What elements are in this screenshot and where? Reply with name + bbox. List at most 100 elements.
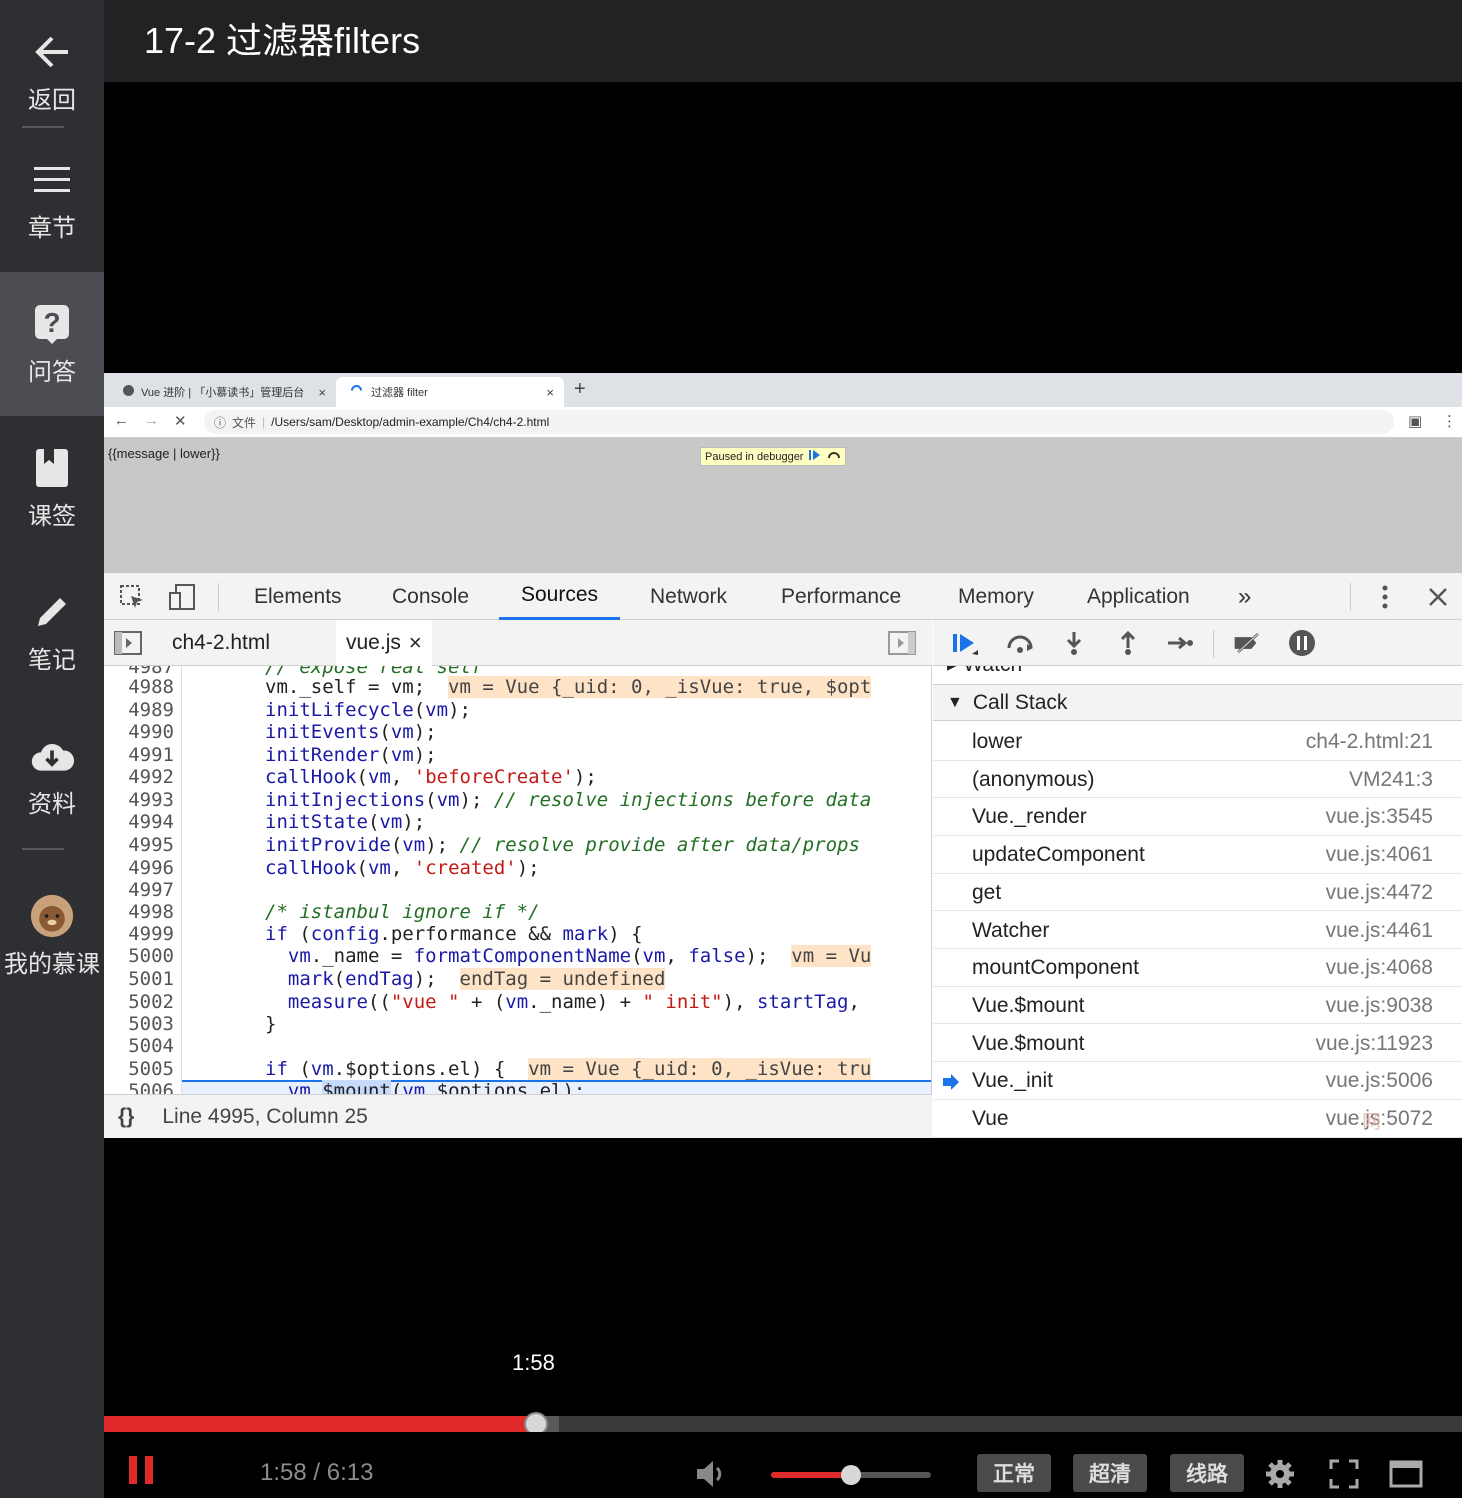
frame-location[interactable]: vue.js:4061 — [1326, 843, 1433, 867]
volume-knob[interactable] — [841, 1465, 861, 1485]
close-icon[interactable]: × — [409, 630, 422, 656]
call-stack-frame[interactable]: (anonymous) VM241:3 — [933, 761, 1462, 799]
call-stack-frame[interactable]: updateComponent vue.js:4061 — [933, 836, 1462, 874]
sidebar-item-bookmark[interactable]: 课签 — [0, 416, 104, 560]
line-number[interactable]: 5000 — [104, 945, 174, 967]
inspect-element-icon[interactable] — [118, 583, 146, 611]
line-number[interactable]: 4999 — [104, 923, 174, 945]
frame-location[interactable]: ch4-2.html:21 — [1306, 730, 1433, 754]
pause-on-exceptions-icon[interactable] — [1287, 629, 1317, 657]
call-stack-frame[interactable]: Vue._render vue.js:3545 — [933, 798, 1462, 836]
line-number[interactable]: 4997 — [104, 879, 174, 901]
route-button[interactable]: 线路 — [1170, 1454, 1244, 1492]
sidebar-item-chapters[interactable]: 章节 — [0, 128, 104, 272]
sidebar-item-qa[interactable]: ? 问答 — [0, 272, 104, 416]
progress-bar[interactable] — [104, 1412, 1462, 1436]
step-over-icon[interactable] — [827, 450, 841, 463]
frame-location[interactable]: vue.js:4068 — [1326, 956, 1433, 980]
close-icon[interactable]: × — [318, 385, 326, 400]
frame-location[interactable]: vue.js:5006 — [1326, 1069, 1433, 1093]
toggle-navigator-icon[interactable] — [114, 629, 142, 657]
devtools-tabbar: Elements Console Sources Network Perform… — [104, 573, 1462, 620]
watch-section-header[interactable]: ▸ Watch — [947, 666, 1022, 677]
new-tab-button[interactable]: + — [574, 378, 586, 401]
tab-application[interactable]: Application — [1087, 573, 1190, 620]
close-icon[interactable]: × — [546, 385, 554, 400]
line-number[interactable]: 4990 — [104, 721, 174, 743]
kebab-menu-icon[interactable] — [1371, 583, 1399, 611]
line-number[interactable]: 5006 — [104, 1080, 174, 1094]
tab-network[interactable]: Network — [650, 573, 727, 620]
call-stack-frame[interactable]: Watcher vue.js:4461 — [933, 912, 1462, 950]
call-stack-frame[interactable]: get vue.js:4472 — [933, 874, 1462, 912]
tab-sources[interactable]: Sources — [499, 573, 621, 620]
sidebar-item-my-courses[interactable]: 我的慕课 — [0, 864, 104, 1008]
back-icon[interactable]: ← — [114, 412, 129, 429]
quality-button[interactable]: 超清 — [1073, 1454, 1147, 1492]
step-into-icon[interactable] — [1059, 629, 1089, 657]
fullscreen-icon[interactable] — [1326, 1456, 1362, 1492]
call-stack-frame[interactable]: lower ch4-2.html:21 — [933, 723, 1462, 761]
volume-icon[interactable] — [694, 1456, 730, 1492]
pretty-print-button[interactable]: {} — [118, 1105, 134, 1129]
line-number[interactable]: 4995 — [104, 834, 174, 856]
step-icon[interactable] — [1165, 629, 1195, 657]
url-field[interactable]: ⓘ 文件 | /Users/sam/Desktop/admin-example/… — [204, 410, 1394, 434]
file-tab[interactable]: ch4-2.html — [172, 620, 270, 666]
browser-tab[interactable]: Vue 进阶 | 「小慕读书」管理后台 × — [108, 377, 336, 407]
toggle-debugger-icon[interactable] — [888, 629, 916, 657]
stop-icon[interactable]: ✕ — [174, 412, 187, 430]
line-number[interactable]: 5002 — [104, 991, 174, 1013]
volume-slider[interactable] — [771, 1465, 931, 1485]
browser-menu-icon[interactable]: ⋮ — [1442, 412, 1457, 430]
frame-location[interactable]: vue.js:4472 — [1326, 881, 1433, 905]
tab-elements[interactable]: Elements — [254, 573, 342, 620]
tab-performance[interactable]: Performance — [781, 573, 901, 620]
tab-memory[interactable]: Memory — [958, 573, 1034, 620]
call-stack-frame[interactable]: Vue vue.js:5072 — [933, 1100, 1462, 1138]
close-devtools-icon[interactable] — [1424, 583, 1452, 611]
code-editor[interactable]: 4987 4988 4989 4990 4991 4992 4993 4994 … — [104, 666, 932, 1094]
step-out-icon[interactable] — [1113, 629, 1143, 657]
file-tab-active[interactable]: vue.js × — [336, 620, 432, 666]
call-stack-frame[interactable]: Vue.$mount vue.js:9038 — [933, 987, 1462, 1025]
line-number[interactable]: 5003 — [104, 1013, 174, 1035]
resume-icon[interactable] — [809, 450, 821, 463]
step-over-icon[interactable] — [1005, 629, 1035, 657]
more-tabs-button[interactable]: » — [1238, 573, 1251, 620]
frame-location[interactable]: vue.js:3545 — [1326, 805, 1433, 829]
picture-in-picture-icon[interactable] — [1388, 1456, 1424, 1492]
call-stack-frame[interactable]: Vue.$mount vue.js:11923 — [933, 1025, 1462, 1063]
pause-button[interactable] — [124, 1452, 160, 1488]
call-stack-frame[interactable]: Vue._init vue.js:5006 — [933, 1062, 1462, 1100]
forward-icon[interactable]: → — [144, 412, 159, 429]
line-number[interactable]: 4993 — [104, 789, 174, 811]
line-number[interactable]: 4992 — [104, 766, 174, 788]
resume-icon[interactable] — [951, 629, 981, 657]
device-toggle-icon[interactable] — [168, 583, 196, 611]
deactivate-breakpoints-icon[interactable] — [1233, 629, 1263, 657]
line-number[interactable]: 4994 — [104, 811, 174, 833]
line-number[interactable]: 4996 — [104, 857, 174, 879]
frame-location[interactable]: VM241:3 — [1349, 768, 1433, 792]
frame-location[interactable]: vue.js:4461 — [1326, 919, 1433, 943]
line-number[interactable]: 5004 — [104, 1035, 174, 1057]
browser-tab-active[interactable]: 过滤器 filter × — [336, 377, 564, 407]
gear-icon[interactable] — [1262, 1456, 1298, 1492]
call-stack-header[interactable]: ▼ Call Stack — [933, 684, 1462, 721]
tab-console[interactable]: Console — [392, 573, 469, 620]
speed-button[interactable]: 正常 — [977, 1454, 1051, 1492]
line-number[interactable]: 5005 — [104, 1058, 174, 1080]
call-stack-frame[interactable]: mountComponent vue.js:4068 — [933, 949, 1462, 987]
line-number[interactable]: 4991 — [104, 744, 174, 766]
frame-location[interactable]: vue.js:11923 — [1315, 1032, 1433, 1056]
sidebar-item-notes[interactable]: 笔记 — [0, 560, 104, 704]
frame-location[interactable]: vue.js:9038 — [1326, 994, 1433, 1018]
sidebar-item-materials[interactable]: 资料 — [0, 704, 104, 848]
sidebar-item-back[interactable]: 返回 — [0, 0, 104, 144]
line-number[interactable]: 4998 — [104, 901, 174, 923]
line-number[interactable]: 4988 — [104, 676, 174, 698]
line-number[interactable]: 5001 — [104, 968, 174, 990]
extension-icon[interactable]: ▣ — [1408, 412, 1422, 430]
line-number[interactable]: 4989 — [104, 699, 174, 721]
